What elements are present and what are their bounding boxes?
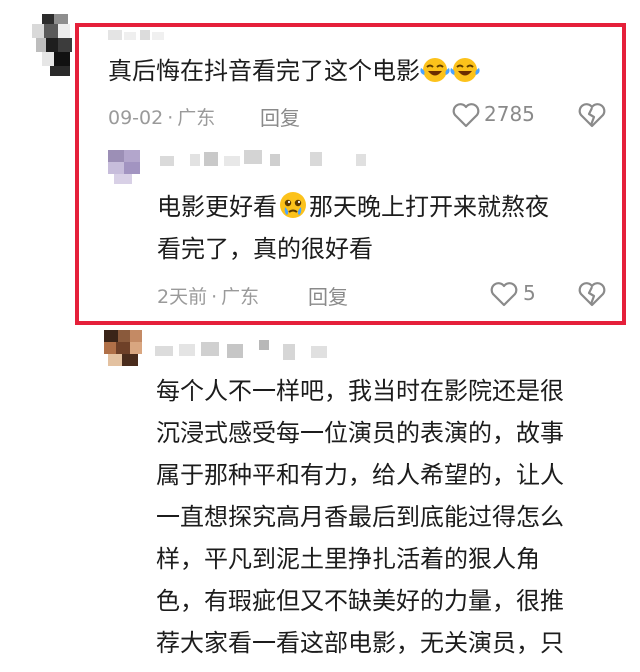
reply-text-line-4: 一直想探究高月香最后到底能过得怎么 bbox=[156, 503, 564, 531]
username-blurred[interactable] bbox=[155, 340, 345, 362]
comment-thread: 真后悔在抖音看完了这个电影 09-02 · 广东 回复 2785 电影更好看 那… bbox=[0, 0, 640, 672]
reply-text-line-1: 每个人不一样吧，我当时在影院还是很 bbox=[156, 377, 564, 405]
highlight-frame bbox=[75, 23, 626, 325]
avatar[interactable] bbox=[32, 14, 76, 76]
reply-text-line-6: 色，有瑕疵但又不缺美好的力量，很推 bbox=[156, 587, 564, 615]
reply-text-line-2: 沉浸式感受每一位演员的表演的，故事 bbox=[156, 419, 564, 447]
reply-text-line-7: 荐大家看一看这部电影，无关演员，只 bbox=[156, 629, 564, 657]
avatar[interactable] bbox=[104, 330, 142, 366]
reply-text-line-5: 样，平凡到泥土里挣扎活着的狠人角 bbox=[156, 545, 540, 573]
reply-text-line-3: 属于那种平和有力，给人希望的，让人 bbox=[156, 461, 564, 489]
